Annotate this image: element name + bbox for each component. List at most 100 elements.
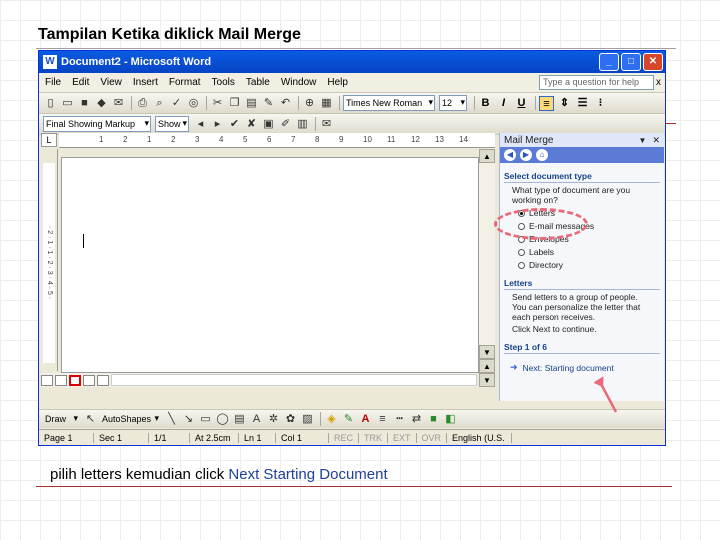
vertical-ruler[interactable]: · 2 · 1 · 1 · 2 · 3 · 4 · 5 ·	[41, 149, 58, 371]
status-ext[interactable]: EXT	[388, 433, 417, 443]
menu-edit[interactable]: Edit	[70, 77, 91, 88]
outline-view-icon[interactable]	[83, 374, 95, 386]
back-icon[interactable]: ◀	[504, 149, 516, 161]
previous-change-icon[interactable]: ◂	[193, 117, 208, 132]
next-starting-document-link[interactable]: ➜ Next: Starting document	[510, 362, 654, 373]
shadow-icon[interactable]: ■	[426, 412, 441, 427]
home-icon[interactable]: ⌂	[536, 149, 548, 161]
line-icon[interactable]: ╲	[164, 412, 179, 427]
next-change-icon[interactable]: ▸	[210, 117, 225, 132]
next-page-icon[interactable]: ▼	[479, 373, 495, 387]
picture-icon[interactable]: ▨	[300, 412, 315, 427]
draw-menu-button[interactable]: Draw	[43, 411, 79, 426]
line-color-icon[interactable]: ✎	[341, 412, 356, 427]
menu-help[interactable]: Help	[325, 77, 350, 88]
menu-insert[interactable]: Insert	[131, 77, 160, 88]
menu-view[interactable]: View	[98, 77, 124, 88]
print-preview-icon[interactable]: ⌕	[152, 96, 167, 111]
hyperlink-icon[interactable]: ⊕	[302, 96, 317, 111]
permission-icon[interactable]: ◆	[94, 96, 109, 111]
italic-button[interactable]: I	[496, 96, 511, 111]
dash-style-icon[interactable]: ┅	[392, 412, 407, 427]
arrow-tool-icon[interactable]: ↘	[181, 412, 196, 427]
previous-page-icon[interactable]: ▲	[479, 359, 495, 373]
save-icon[interactable]: ■	[77, 96, 92, 111]
accept-change-icon[interactable]: ✔	[227, 117, 242, 132]
task-pane-close-icon[interactable]: ✕	[652, 135, 660, 146]
text-box-icon[interactable]: ▤	[232, 412, 247, 427]
help-search-input[interactable]: Type a question for help	[539, 75, 654, 90]
track-changes-icon[interactable]: ✐	[278, 117, 293, 132]
tab-selector[interactable]: L	[41, 133, 57, 147]
maximize-button[interactable]: □	[621, 53, 641, 71]
document-page[interactable]	[61, 157, 479, 373]
tables-borders-icon[interactable]: ▦	[319, 96, 334, 111]
show-menu-button[interactable]: Show	[155, 116, 189, 132]
minimize-button[interactable]: _	[599, 53, 619, 71]
option-labels[interactable]: Labels	[518, 247, 652, 257]
menu-format[interactable]: Format	[167, 77, 203, 88]
cut-icon[interactable]: ✂	[210, 96, 225, 111]
new-document-icon[interactable]: ▯	[43, 96, 58, 111]
copy-icon[interactable]: ❐	[227, 96, 242, 111]
line-spacing-icon[interactable]: ⇕	[557, 96, 572, 111]
web-layout-view-icon[interactable]	[55, 374, 67, 386]
3d-icon[interactable]: ◧	[443, 412, 458, 427]
print-icon[interactable]: ⎙	[135, 96, 150, 111]
oval-icon[interactable]: ◯	[215, 412, 230, 427]
menu-table[interactable]: Table	[244, 77, 272, 88]
radio-directory[interactable]	[518, 261, 525, 269]
fill-color-icon[interactable]: ◈	[324, 412, 339, 427]
new-comment-icon[interactable]: ▣	[261, 117, 276, 132]
font-name-select[interactable]: Times New Roman	[343, 95, 435, 111]
menu-window[interactable]: Window	[279, 77, 319, 88]
normal-view-icon[interactable]	[41, 374, 53, 386]
menu-file[interactable]: File	[43, 77, 63, 88]
vertical-scrollbar[interactable]: ▲ ▼ ▲ ▼	[479, 149, 495, 387]
status-trk[interactable]: TRK	[359, 433, 389, 443]
format-painter-icon[interactable]: ✎	[261, 96, 276, 111]
rectangle-icon[interactable]: ▭	[198, 412, 213, 427]
window-titlebar[interactable]: W Document2 - Microsoft Word _ □ ✕	[39, 51, 665, 73]
close-button[interactable]: ✕	[643, 53, 663, 71]
mail-merge-icon[interactable]: ✉	[319, 117, 334, 132]
font-color-icon[interactable]: A	[358, 412, 373, 427]
email-icon[interactable]: ✉	[111, 96, 126, 111]
undo-icon[interactable]: ↶	[278, 96, 293, 111]
line-style-icon[interactable]: ≡	[375, 412, 390, 427]
window-title: Document2 - Microsoft Word	[61, 56, 212, 68]
align-left-icon[interactable]: ≡	[539, 95, 554, 111]
font-size-select[interactable]: 12	[439, 95, 467, 111]
close-document-icon[interactable]: x	[656, 77, 661, 88]
option-directory[interactable]: Directory	[518, 260, 652, 270]
scroll-up-icon[interactable]: ▲	[479, 149, 495, 163]
spelling-icon[interactable]: ✓	[169, 96, 184, 111]
wordart-icon[interactable]: A	[249, 412, 264, 427]
radio-labels[interactable]	[518, 248, 525, 256]
status-rec[interactable]: REC	[329, 433, 360, 443]
underline-button[interactable]: U	[514, 96, 529, 111]
reading-layout-view-icon[interactable]	[97, 374, 109, 386]
autoshapes-menu-button[interactable]: AutoShapes	[100, 411, 160, 426]
status-ovr[interactable]: OVR	[417, 433, 448, 443]
display-for-review-select[interactable]: Final Showing Markup	[43, 116, 151, 132]
select-objects-icon[interactable]: ↖	[83, 412, 98, 427]
task-pane-menu-icon[interactable]: ▼	[639, 136, 647, 145]
bold-button[interactable]: B	[478, 96, 493, 111]
open-folder-icon[interactable]: ▭	[60, 96, 75, 111]
research-icon[interactable]: ◎	[186, 96, 201, 111]
reject-change-icon[interactable]: ✘	[244, 117, 259, 132]
paste-icon[interactable]: ▤	[244, 96, 259, 111]
horizontal-scrollbar[interactable]	[111, 374, 477, 386]
print-layout-view-icon[interactable]	[69, 374, 81, 386]
reviewing-pane-icon[interactable]: ▥	[295, 117, 310, 132]
arrow-style-icon[interactable]: ⇄	[409, 412, 424, 427]
numbering-icon[interactable]: ☰	[575, 96, 590, 111]
bullets-icon[interactable]: ⁝	[593, 96, 608, 111]
diagram-icon[interactable]: ✲	[266, 412, 281, 427]
clip-art-icon[interactable]: ✿	[283, 412, 298, 427]
horizontal-ruler[interactable]: 1 2 1 2 3 4 5 6 7 8 9 10 11 12 13 14	[59, 133, 495, 148]
menu-tools[interactable]: Tools	[210, 77, 237, 88]
forward-icon[interactable]: ▶	[520, 149, 532, 161]
scroll-down-icon[interactable]: ▼	[479, 345, 495, 359]
